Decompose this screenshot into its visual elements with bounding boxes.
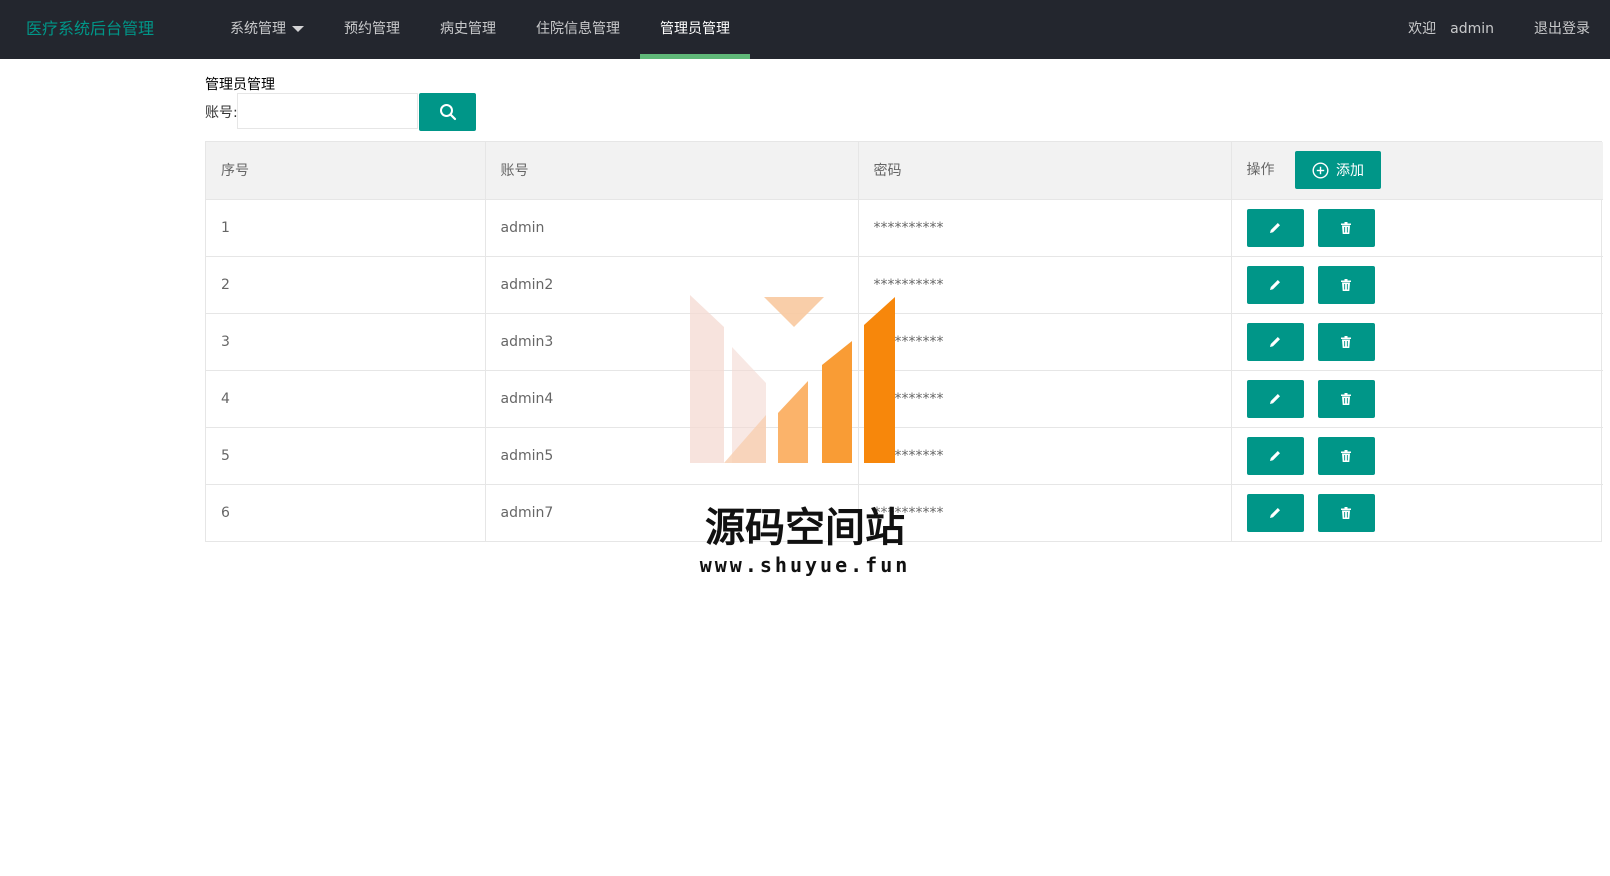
header-account: 账号 [485, 142, 859, 200]
edit-button[interactable] [1246, 322, 1304, 361]
pencil-icon [1270, 393, 1280, 404]
cell-index: 1 [206, 199, 486, 257]
pencil-icon [1270, 450, 1280, 461]
search-label: 账号: [205, 105, 238, 121]
page-title: 管理员管理 [205, 77, 275, 93]
pencil-icon [1270, 336, 1280, 347]
plus-circle-icon [1312, 162, 1329, 179]
user-nav: 欢迎 admin 退出登录 [1388, 0, 1610, 59]
header-index: 序号 [206, 142, 486, 200]
nav-item-label: 系统管理 [230, 21, 286, 37]
trash-icon [1341, 506, 1351, 519]
watermark: 源码空间站 www.shuyue.fun [690, 295, 920, 585]
trash-icon [1341, 449, 1351, 462]
watermark-url: www.shuyue.fun [699, 553, 911, 577]
cell-index: 2 [206, 256, 486, 314]
nav-item-system[interactable]: 系统管理 [210, 0, 324, 59]
header-password: 密码 [858, 142, 1232, 200]
cell-index: 6 [206, 484, 486, 541]
search-button[interactable] [419, 93, 476, 131]
cell-account: admin [485, 199, 859, 257]
cell-ops [1231, 199, 1603, 257]
user-menu[interactable]: 欢迎 admin [1388, 0, 1514, 59]
welcome-text: 欢迎 [1408, 21, 1437, 37]
delete-button[interactable] [1317, 208, 1375, 247]
trash-icon [1341, 335, 1351, 348]
edit-button[interactable] [1246, 208, 1304, 247]
nav-item-medical-history[interactable]: 病史管理 [420, 0, 516, 59]
search-icon [439, 104, 456, 121]
delete-button[interactable] [1317, 265, 1375, 304]
nav-item-label: 住院信息管理 [536, 21, 620, 37]
trash-icon [1341, 278, 1351, 291]
cell-password: ********** [858, 199, 1232, 257]
cell-ops [1231, 313, 1603, 371]
caret-down-icon [292, 26, 304, 32]
nav-item-hospitalization[interactable]: 住院信息管理 [516, 0, 640, 59]
table-header-row: 序号 账号 密码 操作 添加 [206, 142, 1603, 200]
cell-ops [1231, 370, 1603, 428]
pencil-icon [1270, 507, 1280, 518]
edit-button[interactable] [1246, 493, 1304, 532]
main-nav: 系统管理 预约管理 病史管理 住院信息管理 管理员管理 [210, 0, 750, 59]
pencil-icon [1270, 222, 1280, 233]
add-label: 添加 [1335, 162, 1364, 179]
table-row: 1 admin ********** [206, 199, 1603, 257]
logout-link[interactable]: 退出登录 [1514, 0, 1610, 59]
watermark-logo-icon [690, 295, 895, 463]
cell-index: 3 [206, 313, 486, 371]
nav-item-admin[interactable]: 管理员管理 [640, 0, 750, 59]
cell-ops [1231, 484, 1603, 541]
nav-item-label: 预约管理 [344, 21, 400, 37]
delete-button[interactable] [1317, 379, 1375, 418]
header-ops-label: 操作 [1246, 162, 1275, 179]
top-navbar: 医疗系统后台管理 系统管理 预约管理 病史管理 住院信息管理 管理员管理 欢迎 a… [0, 0, 1610, 59]
trash-icon [1341, 221, 1351, 234]
header-ops: 操作 添加 [1231, 142, 1603, 200]
username: admin [1450, 21, 1494, 37]
nav-item-label: 管理员管理 [660, 21, 730, 37]
watermark-title: 源码空间站 [705, 505, 905, 551]
edit-button[interactable] [1246, 436, 1304, 475]
cell-index: 4 [206, 370, 486, 428]
trash-icon [1341, 392, 1351, 405]
cell-index: 5 [206, 427, 486, 485]
delete-button[interactable] [1317, 322, 1375, 361]
pencil-icon [1270, 279, 1280, 290]
delete-button[interactable] [1317, 493, 1375, 532]
add-admin-button[interactable]: 添加 [1294, 151, 1381, 190]
account-search-input[interactable] [237, 93, 418, 129]
edit-button[interactable] [1246, 265, 1304, 304]
nav-item-label: 病史管理 [440, 21, 496, 37]
cell-ops [1231, 427, 1603, 485]
nav-item-appointment[interactable]: 预约管理 [324, 0, 420, 59]
cell-ops [1231, 256, 1603, 314]
delete-button[interactable] [1317, 436, 1375, 475]
edit-button[interactable] [1246, 379, 1304, 418]
brand-title[interactable]: 医疗系统后台管理 [26, 0, 154, 59]
